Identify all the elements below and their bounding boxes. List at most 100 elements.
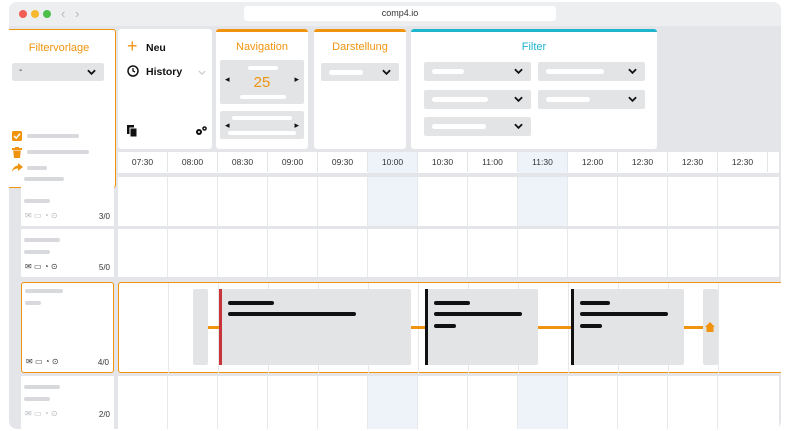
- appointment-block[interactable]: [219, 289, 411, 365]
- time-label: 10:00: [368, 152, 418, 172]
- template-item-label: [27, 166, 47, 170]
- status-stripe: [571, 289, 574, 365]
- new-button[interactable]: Neu: [146, 42, 166, 54]
- grid-line: [517, 177, 518, 226]
- row-count: 3/0: [98, 212, 110, 221]
- maximize-window-dot[interactable]: [43, 10, 51, 18]
- minimize-window-dot[interactable]: [31, 10, 39, 18]
- grid-line: [717, 229, 718, 277]
- timeline-row[interactable]: [118, 229, 779, 277]
- grid-line: [717, 376, 718, 429]
- timeline-row[interactable]: [118, 376, 779, 429]
- chevron-down-icon[interactable]: [198, 70, 206, 76]
- actions-panel: + Neu History: [118, 29, 212, 149]
- pin-icon[interactable]: ⊙: [51, 262, 58, 271]
- url-bar[interactable]: comp4.io: [244, 6, 556, 21]
- time-label: 08:00: [168, 152, 218, 172]
- next-arrow-icon[interactable]: ▸: [294, 74, 299, 85]
- grid-line: [217, 177, 218, 226]
- filtervorlage-select[interactable]: -: [12, 63, 104, 81]
- pin-icon[interactable]: ⊙: [52, 357, 59, 366]
- navigation-accent: [216, 29, 308, 32]
- chat-icon[interactable]: ▭: [35, 357, 43, 366]
- row-count: 5/0: [98, 263, 110, 272]
- month-label: [248, 66, 278, 70]
- back-arrow-icon[interactable]: ‹: [61, 6, 65, 21]
- next-arrow-icon[interactable]: ▸: [294, 120, 299, 131]
- prev-arrow-icon[interactable]: ◂: [225, 120, 230, 131]
- resource-name: [24, 238, 60, 242]
- grid-line: [267, 229, 268, 277]
- plus-icon[interactable]: +: [127, 37, 138, 55]
- time-label: 08:30: [218, 152, 268, 172]
- bell-icon[interactable]: ◔: [44, 262, 49, 271]
- bell-icon[interactable]: ◔: [45, 357, 50, 366]
- share-icon[interactable]: [12, 163, 23, 173]
- filter-select[interactable]: [424, 117, 531, 136]
- grid-line: [367, 177, 368, 226]
- range-label: [228, 131, 296, 135]
- chevron-down-icon: [514, 68, 523, 75]
- appointment-block[interactable]: [571, 289, 684, 365]
- forward-arrow-icon[interactable]: ›: [75, 6, 79, 21]
- chevron-down-icon: [382, 69, 391, 76]
- year-label: [240, 95, 286, 99]
- time-label: 11:00: [468, 152, 518, 172]
- resource-cell[interactable]: ✉ ▭ ◔ ⊙ 5/0: [21, 229, 114, 277]
- chat-icon[interactable]: ▭: [34, 262, 42, 271]
- time-label: 07:30: [118, 152, 168, 172]
- history-button[interactable]: History: [146, 66, 182, 78]
- status-stripe: [219, 289, 222, 365]
- grid-line: [417, 376, 418, 429]
- time-label: 12:00: [568, 152, 618, 172]
- pin-icon[interactable]: ⊙: [51, 409, 58, 418]
- date-stepper[interactable]: ◂ 25 ▸: [220, 60, 304, 104]
- filter-select[interactable]: [424, 62, 531, 81]
- grid-line: [567, 376, 568, 429]
- darstellung-panel: Darstellung: [314, 29, 406, 149]
- timeline-row-selected[interactable]: [118, 282, 781, 374]
- bell-icon[interactable]: ◔: [44, 409, 49, 418]
- grid-line: [517, 229, 518, 277]
- mail-icon[interactable]: ✉: [25, 211, 32, 220]
- grid-line: [417, 177, 418, 226]
- filter-accent: [411, 29, 657, 32]
- highlight-column: [368, 376, 418, 429]
- checkbox-icon[interactable]: [12, 131, 22, 141]
- grid-line: [467, 229, 468, 277]
- start-block[interactable]: [193, 289, 208, 365]
- mail-icon[interactable]: ✉: [26, 357, 33, 366]
- filter-select[interactable]: [538, 90, 645, 109]
- appointment-block[interactable]: [425, 289, 538, 365]
- copy-icon[interactable]: [127, 125, 138, 137]
- chat-icon[interactable]: ▭: [34, 211, 42, 220]
- filter-select[interactable]: [538, 62, 645, 81]
- appointment-detail: [580, 324, 602, 328]
- grid-line: [567, 229, 568, 277]
- mail-icon[interactable]: ✉: [25, 262, 32, 271]
- grid-line: [217, 229, 218, 277]
- range-stepper[interactable]: ◂ ▸: [220, 111, 304, 139]
- pin-icon[interactable]: ⊙: [51, 211, 58, 220]
- grid-line: [367, 229, 368, 277]
- row-count: 4/0: [97, 358, 109, 367]
- resource-cell-selected[interactable]: ✉ ▭ ◔ ⊙ 4/0: [21, 282, 114, 373]
- grid-line: [717, 177, 718, 226]
- bell-icon[interactable]: ◔: [44, 211, 49, 220]
- gears-icon[interactable]: [195, 125, 208, 136]
- select-value: [546, 97, 590, 102]
- home-icon: [705, 322, 715, 332]
- close-window-dot[interactable]: [19, 10, 27, 18]
- resource-cell[interactable]: ✉ ▭ ◔ ⊙ 2/0: [21, 376, 114, 429]
- filter-select[interactable]: [424, 90, 531, 109]
- resource-cell[interactable]: ✉ ▭ ◔ ⊙ 3/0: [21, 175, 114, 226]
- chat-icon[interactable]: ▭: [34, 409, 42, 418]
- darstellung-select[interactable]: [321, 63, 399, 81]
- timeline-row[interactable]: [118, 177, 779, 226]
- grid-line: [417, 229, 418, 277]
- time-label: 12:30: [718, 152, 768, 172]
- grid-line: [367, 376, 368, 429]
- trash-icon[interactable]: [12, 147, 22, 158]
- resource-name: [25, 289, 63, 293]
- mail-icon[interactable]: ✉: [25, 409, 32, 418]
